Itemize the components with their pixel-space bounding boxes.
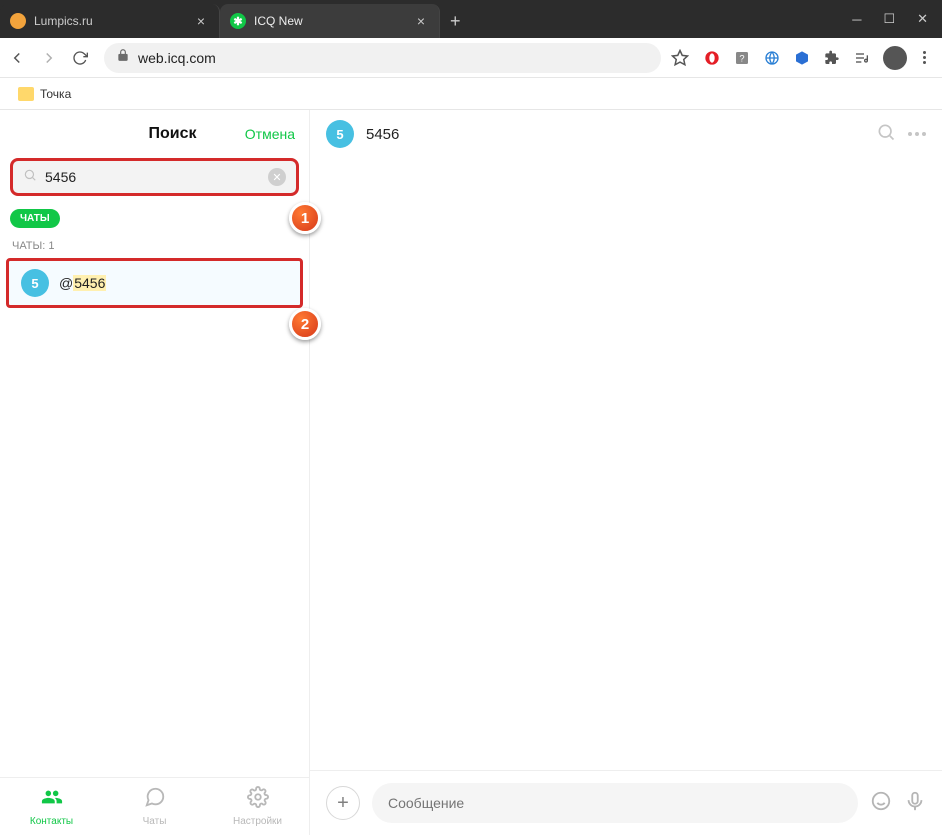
nav-settings[interactable]: Настройки [206, 778, 309, 835]
maximize-button[interactable]: ☐ [883, 11, 895, 27]
search-in-chat-icon[interactable] [876, 122, 896, 147]
forward-button[interactable] [40, 49, 62, 67]
close-button[interactable]: ✕ [917, 11, 928, 27]
chat-body [310, 158, 942, 770]
result-highlight: 5456 [73, 275, 106, 291]
chat-header: 5 5456 [310, 110, 942, 158]
browser-menu-button[interactable] [919, 51, 930, 64]
attach-button[interactable]: + [326, 786, 360, 820]
tab-title: ICQ New [254, 14, 413, 28]
result-prefix: @ [59, 275, 73, 291]
extension-icons: ? [703, 46, 934, 70]
app-content: Поиск Отмена ✕ ЧАТЫ ЧАТЫ: 1 5 @5456 1 2 [0, 110, 942, 835]
contacts-icon [41, 786, 63, 814]
nav-label: Контакты [30, 816, 73, 827]
browser-tab-icq[interactable]: ✱ ICQ New × [220, 4, 440, 38]
star-icon[interactable] [671, 49, 693, 67]
cancel-button[interactable]: Отмена [245, 126, 295, 142]
sidebar: Поиск Отмена ✕ ЧАТЫ ЧАТЫ: 1 5 @5456 1 2 [0, 110, 310, 835]
bookmark-label: Точка [40, 87, 71, 101]
chip-chats[interactable]: ЧАТЫ [10, 209, 60, 228]
search-header: Поиск Отмена [0, 110, 309, 158]
window-titlebar: Lumpics.ru × ✱ ICQ New × + ─ ☐ ✕ [0, 0, 942, 38]
browser-tab-lumpics[interactable]: Lumpics.ru × [0, 4, 220, 38]
window-controls: ─ ☐ ✕ [846, 0, 942, 38]
cube-icon[interactable] [793, 49, 811, 67]
chat-menu-button[interactable] [908, 132, 926, 136]
favicon-icq: ✱ [230, 13, 246, 29]
search-icon [23, 168, 37, 187]
gear-icon [247, 786, 269, 814]
bookmarks-bar: Точка [0, 78, 942, 110]
new-tab-button[interactable]: + [440, 11, 471, 32]
result-avatar: 5 [21, 269, 49, 297]
url-text: web.icq.com [138, 50, 216, 66]
chat-panel: 5 5456 + [310, 110, 942, 835]
nav-label: Настройки [233, 816, 282, 827]
reload-button[interactable] [72, 50, 94, 66]
chat-title: 5456 [366, 126, 864, 143]
search-input[interactable] [45, 169, 260, 185]
filter-chips: ЧАТЫ [0, 196, 309, 234]
tabs-row: Lumpics.ru × ✱ ICQ New × + [0, 4, 846, 38]
nav-contacts[interactable]: Контакты [0, 778, 103, 835]
profile-avatar[interactable] [883, 46, 907, 70]
close-icon[interactable]: × [193, 13, 209, 29]
annotation-2: 2 [289, 308, 321, 340]
result-text: @5456 [59, 275, 106, 291]
bookmark-item[interactable]: Точка [12, 83, 77, 105]
emoji-icon[interactable] [870, 790, 892, 817]
address-bar[interactable]: web.icq.com [104, 43, 661, 73]
browser-toolbar: web.icq.com ? [0, 38, 942, 78]
search-title: Поиск [148, 125, 196, 143]
svg-text:?: ? [739, 53, 744, 63]
search-box[interactable]: ✕ [10, 158, 299, 196]
puzzle-icon[interactable] [823, 49, 841, 67]
search-result-item[interactable]: 5 @5456 [6, 258, 303, 308]
globe-icon[interactable] [763, 49, 781, 67]
back-button[interactable] [8, 49, 30, 67]
message-input[interactable] [372, 783, 858, 823]
message-composer: + [310, 770, 942, 835]
lock-icon [116, 48, 130, 67]
tab-title: Lumpics.ru [34, 14, 193, 28]
chat-avatar[interactable]: 5 [326, 120, 354, 148]
search-box-wrap: ✕ [0, 158, 309, 196]
section-label: ЧАТЫ: 1 [0, 234, 309, 258]
minimize-button[interactable]: ─ [852, 12, 861, 27]
sidebar-bottom-nav: Контакты Чаты Настройки [0, 777, 309, 835]
folder-icon [18, 87, 34, 101]
chats-icon [144, 786, 166, 814]
help-icon[interactable]: ? [733, 49, 751, 67]
clear-icon[interactable]: ✕ [268, 168, 286, 186]
favicon-lumpics [10, 13, 26, 29]
playlist-icon[interactable] [853, 49, 871, 67]
nav-chats[interactable]: Чаты [103, 778, 206, 835]
close-icon[interactable]: × [413, 13, 429, 29]
nav-label: Чаты [143, 816, 167, 827]
opera-icon[interactable] [703, 49, 721, 67]
annotation-1: 1 [289, 202, 321, 234]
voice-icon[interactable] [904, 790, 926, 817]
